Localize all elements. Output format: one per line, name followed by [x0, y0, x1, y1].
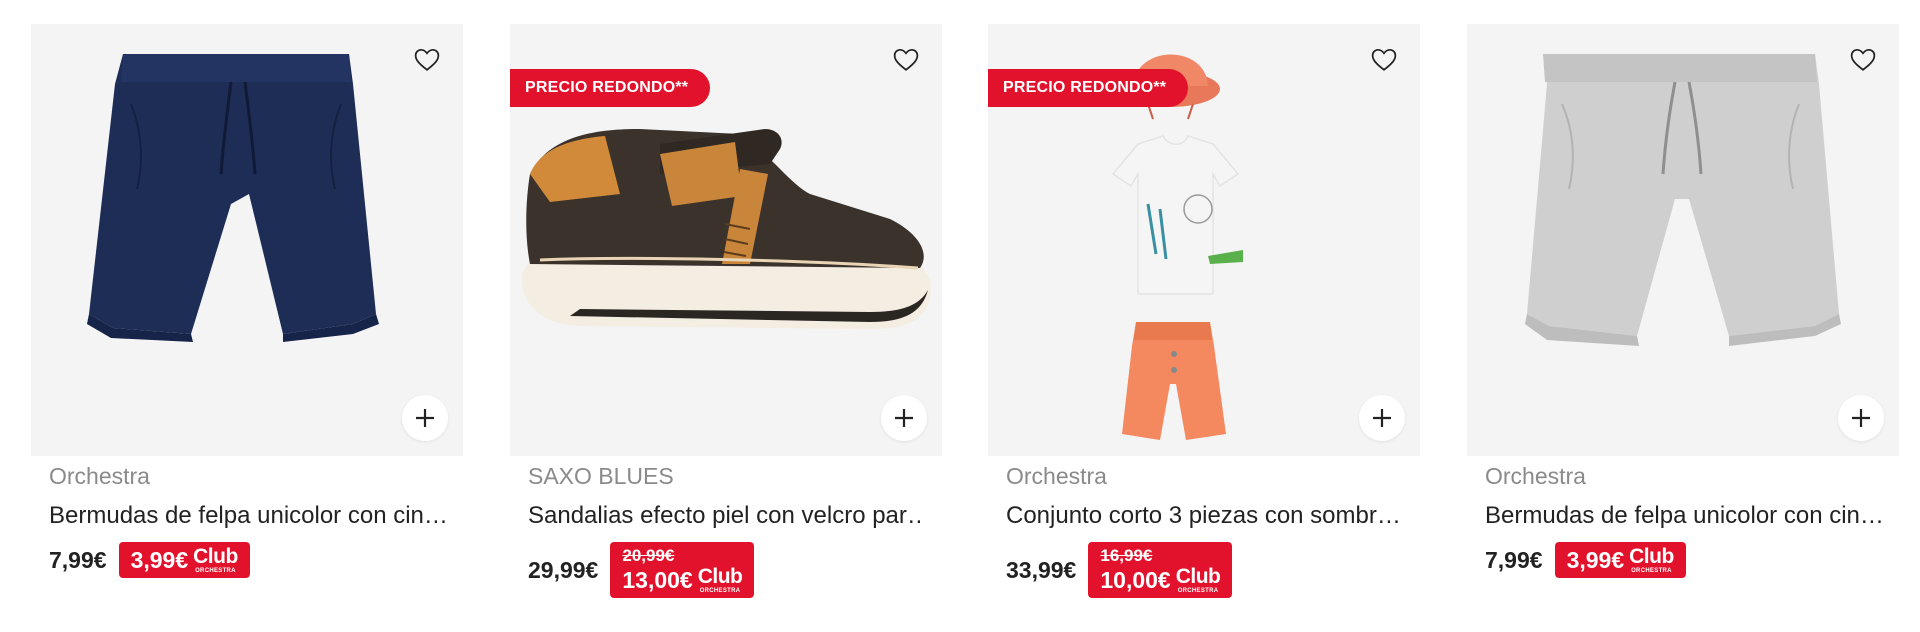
club-price: 13,00€ [622, 566, 693, 593]
heart-outline-icon [1371, 48, 1397, 71]
plus-icon [1852, 409, 1870, 427]
club-logo: Club ORCHESTRA [1629, 545, 1674, 574]
product-brand: SAXO BLUES [528, 463, 674, 489]
price-row: 29,99€ 20,99€ 13,00€ Club ORCHESTRA [528, 542, 924, 598]
club-price-badge: 3,99€ Club ORCHESTRA [118, 542, 250, 578]
favorite-button[interactable] [1845, 42, 1881, 78]
product-card[interactable]: Orchestra Bermudas de felpa unicolor con… [1467, 24, 1899, 578]
club-old-price: 20,99€ [622, 546, 675, 565]
club-old-price: 16,99€ [1100, 546, 1153, 565]
club-price-badge: 3,99€ Club ORCHESTRA [1554, 542, 1686, 578]
navy-shorts-image [87, 54, 379, 342]
price-row: 7,99€ 3,99€ Club ORCHESTRA [1485, 542, 1881, 578]
club-logo: Club ORCHESTRA [193, 545, 238, 574]
regular-price: 7,99€ [1485, 546, 1543, 573]
club-price: 3,99€ [130, 546, 189, 573]
product-image[interactable]: PRECIO REDONDO** [510, 24, 942, 456]
regular-price: 29,99€ [528, 556, 599, 583]
club-logo: Club ORCHESTRA [697, 565, 743, 594]
product-grid: Orchestra Bermudas de felpa unicolor con… [0, 0, 1920, 632]
add-to-cart-button[interactable] [1359, 395, 1405, 441]
product-name[interactable]: Sandalias efecto piel con velcro par… [528, 500, 924, 532]
product-name[interactable]: Conjunto corto 3 piezas con sombr… [1006, 500, 1402, 532]
product-card[interactable]: PRECIO REDONDO** SAXO BLUES Sandalias ef… [510, 24, 942, 598]
promo-badge: PRECIO REDONDO** [510, 69, 711, 107]
product-brand: Orchestra [1006, 463, 1107, 489]
regular-price: 33,99€ [1006, 556, 1077, 583]
favorite-button[interactable] [409, 42, 445, 78]
promo-badge: PRECIO REDONDO** [988, 69, 1189, 107]
club-price-badge: 16,99€ 10,00€ Club ORCHESTRA [1088, 542, 1233, 598]
club-logo: Club ORCHESTRA [1175, 565, 1221, 594]
heart-outline-icon [414, 48, 440, 71]
product-name[interactable]: Bermudas de felpa unicolor con cin… [49, 500, 445, 532]
add-to-cart-button[interactable] [1838, 395, 1884, 441]
heart-outline-icon [1850, 48, 1876, 71]
add-to-cart-button[interactable] [402, 395, 448, 441]
club-price: 3,99€ [1566, 546, 1625, 573]
plus-icon [416, 409, 434, 427]
heart-outline-icon [893, 48, 919, 71]
product-name[interactable]: Bermudas de felpa unicolor con cin… [1485, 500, 1881, 532]
favorite-button[interactable] [888, 42, 924, 78]
favorite-button[interactable] [1366, 42, 1402, 78]
product-brand: Orchestra [1485, 463, 1586, 489]
regular-price: 7,99€ [49, 546, 107, 573]
club-price-badge: 20,99€ 13,00€ Club ORCHESTRA [610, 542, 755, 598]
product-brand: Orchestra [49, 463, 150, 489]
price-row: 33,99€ 16,99€ 10,00€ Club ORCHESTRA [1006, 542, 1402, 598]
add-to-cart-button[interactable] [881, 395, 927, 441]
plus-icon [1373, 409, 1391, 427]
product-card[interactable]: PRECIO REDONDO** Orchestra Conjunto cort… [988, 24, 1420, 598]
product-image[interactable]: PRECIO REDONDO** [988, 24, 1420, 456]
product-card[interactable]: Orchestra Bermudas de felpa unicolor con… [31, 24, 463, 578]
grey-shorts-image [1525, 54, 1841, 346]
plus-icon [895, 409, 913, 427]
club-price: 10,00€ [1100, 566, 1171, 593]
price-row: 7,99€ 3,99€ Club ORCHESTRA [49, 542, 445, 578]
product-image[interactable] [1467, 24, 1899, 456]
product-image[interactable] [31, 24, 463, 456]
